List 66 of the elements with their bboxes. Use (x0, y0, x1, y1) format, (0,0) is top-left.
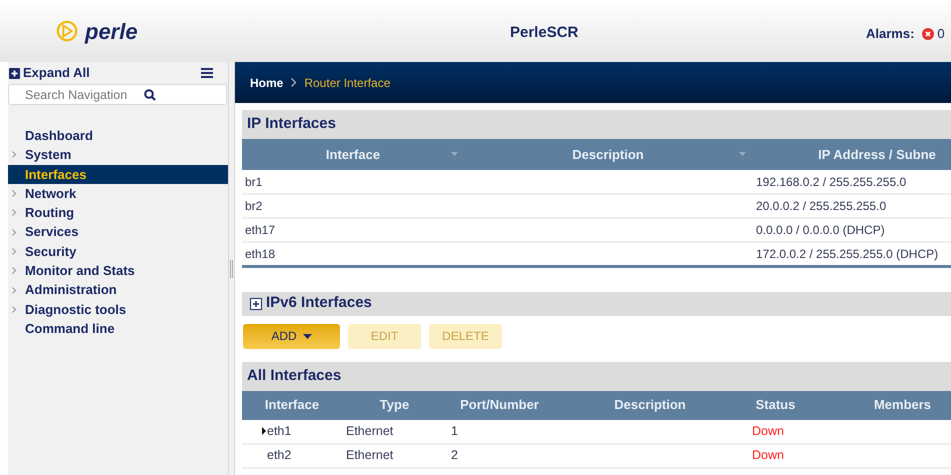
expand-icon[interactable] (250, 298, 262, 310)
alarms-count[interactable]: 0 (937, 24, 945, 44)
nav-item[interactable]: Monitor and Stats (8, 261, 228, 280)
section-title: IPv6 Interfaces (266, 293, 372, 314)
nav-item[interactable]: Security (8, 242, 228, 262)
column-header[interactable]: IP Address / Subne (752, 139, 951, 170)
table-cell: 20.0.0.2 / 255.255.255.0 (752, 194, 951, 218)
table-cell: eth17 (242, 218, 464, 242)
table-cell: 172.0.0.2 / 255.255.255.0 (DHCP) (752, 242, 951, 266)
chevron-icon (291, 78, 296, 87)
nav-item[interactable]: Administration (8, 280, 228, 300)
nav-item[interactable]: Command line (8, 318, 228, 338)
column-header[interactable]: Type (342, 390, 447, 420)
column-header[interactable]: Port/Number (447, 390, 552, 420)
chevron-icon (12, 151, 16, 158)
section-title: All Interfaces (247, 366, 342, 386)
table-cell: Ethernet (342, 444, 447, 468)
expand-arrow-icon[interactable] (262, 427, 266, 435)
table-cell: br1 (242, 170, 464, 194)
section-title: IP Interfaces (247, 114, 336, 134)
breadcrumb-link[interactable]: Router Interface (304, 74, 390, 92)
chevron-icon (12, 209, 16, 216)
chevron-icon (12, 267, 16, 274)
menu-icon[interactable] (201, 68, 213, 78)
caret-icon (302, 334, 312, 338)
error-icon (922, 28, 934, 40)
nav-item[interactable]: Dashboard (8, 126, 228, 146)
resize-handle-icon[interactable] (230, 260, 233, 278)
status-text: Down (748, 444, 803, 468)
nav-item[interactable]: Network (8, 184, 228, 204)
table-cell: 0.0.0.0 / 0.0.0.0 (DHCP) (752, 218, 951, 242)
column-header[interactable]: Description (464, 139, 752, 170)
chevron-icon (12, 190, 16, 198)
column-header[interactable]: Interface (242, 390, 342, 420)
expand-all-button[interactable]: Expand All (9, 63, 90, 83)
table-cell-text: eth2 (266, 447, 292, 464)
table-cell: 2 (447, 444, 552, 468)
chevron-icon (12, 248, 16, 255)
alarms-label: Alarms: (866, 25, 914, 43)
table-cell: br2 (242, 194, 464, 218)
logo-icon (56, 20, 78, 42)
table-cell: 192.168.0.2 / 255.255.255.0 (752, 170, 951, 194)
chevron-icon (12, 228, 16, 236)
table-cell-text: eth1 (266, 422, 292, 440)
action-button[interactable]: ADD (243, 324, 340, 348)
search-field[interactable]: Search Navigation (8, 84, 227, 105)
nav-item[interactable]: Diagnostic tools (8, 300, 228, 319)
status-text: Down (748, 420, 803, 444)
column-header[interactable]: Status (748, 390, 803, 420)
app-title: PerleSCR (510, 23, 578, 43)
plus-icon (9, 68, 20, 78)
column-header[interactable]: Members (803, 390, 951, 420)
nav-item[interactable]: Services (8, 222, 228, 242)
search-icon[interactable] (144, 89, 156, 101)
nav-item[interactable]: System (8, 145, 228, 165)
column-header[interactable]: Interface (242, 139, 464, 170)
table-cell: Ethernet (342, 420, 447, 444)
chevron-icon (12, 286, 16, 294)
table-cell: eth18 (242, 242, 464, 266)
nav-item[interactable]: Interfaces (8, 164, 228, 184)
logo-text: perle (85, 18, 138, 46)
breadcrumb-link[interactable]: Home (250, 74, 284, 92)
column-header[interactable]: Description (552, 390, 748, 420)
chevron-icon (12, 306, 16, 313)
nav-item[interactable]: Routing (8, 203, 228, 222)
table-cell: 1 (447, 420, 552, 444)
